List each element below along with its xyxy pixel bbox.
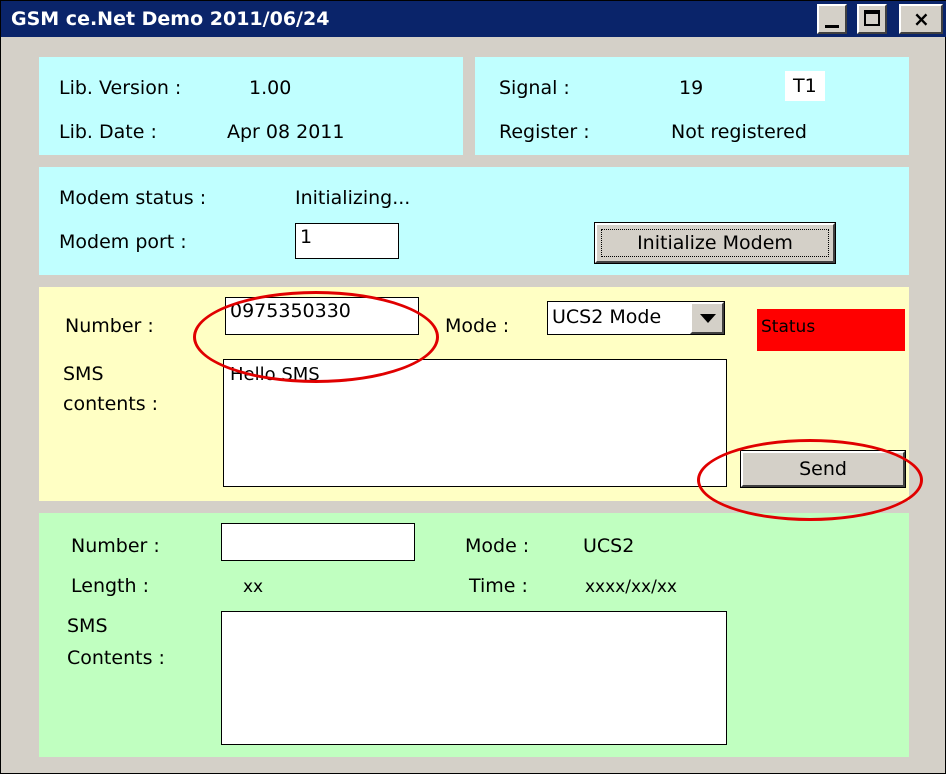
minimize-button[interactable] bbox=[817, 4, 847, 34]
register-label: Register : bbox=[499, 121, 590, 143]
recv-time-value: xxxx/xx/xx bbox=[585, 577, 677, 597]
close-button[interactable]: × bbox=[899, 4, 943, 34]
mode-dropdown-button[interactable] bbox=[690, 302, 724, 334]
maximize-button[interactable] bbox=[857, 4, 887, 34]
send-contents-textarea[interactable]: Hello SMS bbox=[223, 359, 727, 487]
send-sms-panel: Number : 0975350330 Mode : UCS2 Mode Sta… bbox=[39, 287, 909, 501]
title-bar: GSM ce.Net Demo 2011/06/24 × bbox=[1, 1, 946, 37]
minimize-icon bbox=[825, 25, 839, 28]
modem-panel: Modem status : Initializing... Modem por… bbox=[39, 167, 909, 275]
send-contents-label-line2: contents : bbox=[63, 393, 159, 415]
recv-mode-label: Mode : bbox=[465, 535, 530, 557]
signal-value: 19 bbox=[679, 77, 704, 99]
received-sms-panel: Number : Mode : UCS2 Length : xx Time : … bbox=[39, 513, 909, 757]
send-contents-label-line1: SMS bbox=[63, 363, 104, 385]
recv-length-label: Length : bbox=[71, 575, 149, 597]
maximize-icon bbox=[864, 10, 880, 26]
close-icon: × bbox=[913, 7, 930, 31]
recv-number-label: Number : bbox=[71, 535, 160, 557]
modem-status-value: Initializing... bbox=[295, 187, 411, 209]
register-value: Not registered bbox=[671, 121, 807, 143]
initialize-modem-button[interactable]: Initialize Modem bbox=[594, 222, 836, 264]
recv-length-value: xx bbox=[243, 577, 264, 597]
mode-select-value: UCS2 Mode bbox=[552, 306, 662, 328]
recv-number-input[interactable] bbox=[221, 523, 415, 561]
modem-status-label: Modem status : bbox=[59, 187, 207, 209]
recv-time-label: Time : bbox=[469, 575, 528, 597]
initialize-modem-label: Initialize Modem bbox=[637, 232, 793, 254]
lib-date-value: Apr 08 2011 bbox=[227, 121, 345, 143]
send-status-text: Status bbox=[761, 317, 816, 337]
modem-port-label: Modem port : bbox=[59, 231, 187, 253]
recv-contents-label-line2: Contents : bbox=[67, 647, 165, 669]
send-number-input[interactable]: 0975350330 bbox=[225, 297, 419, 335]
send-number-label: Number : bbox=[65, 315, 154, 337]
send-button-label: Send bbox=[799, 458, 847, 480]
mode-select[interactable]: UCS2 Mode bbox=[547, 301, 725, 335]
recv-contents-label-line1: SMS bbox=[67, 615, 108, 637]
lib-version-label: Lib. Version : bbox=[59, 77, 182, 99]
send-button[interactable]: Send bbox=[740, 450, 906, 488]
send-mode-label: Mode : bbox=[445, 315, 510, 337]
lib-version-value: 1.00 bbox=[249, 77, 292, 99]
app-window: GSM ce.Net Demo 2011/06/24 × Lib. Versio… bbox=[0, 0, 946, 774]
signal-badge: T1 bbox=[785, 71, 825, 101]
lib-date-label: Lib. Date : bbox=[59, 121, 157, 143]
chevron-down-icon bbox=[700, 314, 716, 323]
signal-label: Signal : bbox=[499, 77, 570, 99]
recv-mode-value: UCS2 bbox=[583, 535, 635, 557]
library-panel: Lib. Version : 1.00 Lib. Date : Apr 08 2… bbox=[39, 57, 463, 155]
signal-panel: Signal : 19 T1 Register : Not registered bbox=[475, 57, 909, 155]
send-status-indicator: Status bbox=[757, 309, 905, 351]
recv-contents-textarea[interactable] bbox=[221, 611, 727, 745]
window-title: GSM ce.Net Demo 2011/06/24 bbox=[11, 8, 330, 30]
modem-port-input[interactable]: 1 bbox=[295, 223, 399, 259]
